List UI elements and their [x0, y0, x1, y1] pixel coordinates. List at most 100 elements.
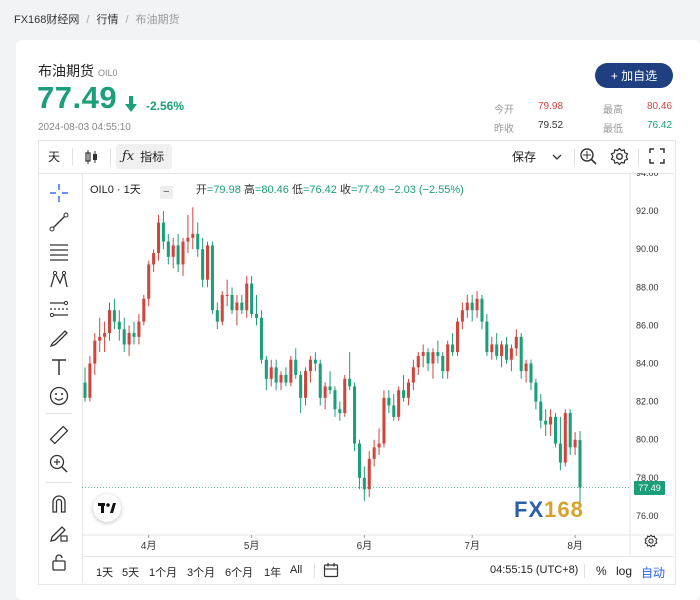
legend-change: −2.03 (−2.55%) — [388, 184, 464, 196]
zoom-search-icon[interactable] — [579, 147, 598, 166]
candle — [563, 409, 567, 467]
crosshair-icon[interactable] — [48, 182, 70, 204]
gear-icon[interactable] — [610, 147, 629, 166]
candle-body — [387, 397, 391, 406]
candle-body — [357, 443, 361, 478]
zoom-in-icon[interactable] — [48, 453, 70, 475]
last-price: 77.49 — [37, 80, 118, 115]
collapse-icon[interactable]: − — [159, 186, 173, 199]
candle — [529, 359, 533, 391]
change-percent: -2.56% — [146, 99, 185, 113]
price-tick-label: 80.00 — [636, 435, 659, 445]
chevron-down-icon[interactable] — [552, 153, 562, 161]
ruler-icon[interactable] — [48, 424, 70, 446]
axis-settings-icon[interactable] — [644, 534, 658, 548]
candle-body — [176, 245, 180, 265]
candle-body — [201, 249, 205, 280]
horizontal-lines-icon[interactable] — [48, 240, 70, 262]
candle — [553, 413, 558, 448]
breadcrumb-home[interactable]: FX168财经网 — [14, 14, 79, 26]
magnet-icon[interactable] — [48, 493, 70, 515]
candle-body — [441, 355, 445, 372]
lock-icon[interactable] — [48, 551, 70, 573]
candle-body — [338, 409, 342, 414]
calendar-icon[interactable] — [323, 562, 339, 578]
range-all[interactable]: All — [290, 564, 302, 576]
candle — [411, 359, 415, 391]
candle-body — [460, 310, 464, 322]
function-icon: ƒx — [122, 149, 135, 164]
candle — [132, 321, 136, 345]
candle-body — [524, 363, 528, 372]
tradingview-logo[interactable] — [93, 494, 121, 522]
candle — [451, 333, 455, 356]
candle — [460, 302, 464, 330]
fullscreen-icon[interactable] — [649, 148, 665, 164]
candle — [509, 344, 513, 372]
candle-body — [480, 298, 484, 322]
candle-body — [313, 359, 317, 364]
legend-open-label: 开 — [195, 184, 207, 196]
candle — [117, 310, 121, 341]
chart-toolbar: 天 ƒx 指标 保存 — [38, 140, 674, 174]
candle — [137, 313, 141, 345]
candle-body — [411, 367, 415, 383]
candle-body — [88, 363, 92, 398]
breadcrumb-section[interactable]: 行情 — [96, 14, 118, 26]
save-button[interactable]: 保存 — [512, 140, 536, 173]
auto-toggle[interactable]: 自动 — [641, 564, 665, 581]
price-tick-label: 94.00 — [636, 173, 659, 178]
range-3m[interactable]: 3个月 — [187, 564, 215, 580]
price-tick-label: 88.00 — [636, 282, 659, 292]
price-tick-label: 86.00 — [636, 320, 659, 330]
pattern-icon[interactable] — [48, 269, 70, 291]
candle-body — [416, 355, 420, 368]
add-watchlist-button[interactable]: + 加自选 — [595, 63, 673, 88]
candle — [230, 287, 234, 314]
candle — [524, 359, 528, 383]
percent-toggle[interactable]: % — [596, 564, 607, 578]
utc-clock[interactable]: 04:55:15 (UTC+8) — [490, 564, 578, 576]
candle — [406, 378, 410, 406]
candle-body — [147, 264, 151, 299]
text-tool-icon[interactable] — [48, 356, 70, 378]
candle — [539, 394, 543, 429]
legend-high-label: 高 — [243, 184, 255, 196]
log-toggle[interactable]: log — [616, 564, 632, 578]
candle-body — [495, 344, 499, 356]
candle-body — [156, 222, 161, 254]
emoji-icon[interactable] — [48, 385, 70, 407]
range-1m[interactable]: 1个月 — [149, 564, 177, 580]
range-1d[interactable]: 1天 — [96, 564, 113, 580]
candle-body — [323, 386, 327, 398]
range-5d[interactable]: 5天 — [122, 564, 139, 580]
candle-body — [171, 245, 175, 257]
interval-button[interactable]: 天 — [48, 140, 60, 173]
range-1y[interactable]: 1年 — [264, 564, 281, 580]
trend-line-icon[interactable] — [48, 211, 70, 233]
pencil-lock-icon[interactable] — [48, 522, 70, 544]
candle — [107, 302, 112, 341]
toolbar-divider — [574, 148, 575, 166]
candle — [284, 367, 288, 387]
candle — [514, 329, 518, 356]
candle — [495, 333, 499, 360]
candle-body — [573, 439, 577, 448]
brush-icon[interactable] — [48, 327, 70, 349]
open-label: 今开 — [494, 105, 514, 116]
range-6m[interactable]: 6个月 — [225, 564, 253, 580]
candle — [343, 374, 347, 417]
candle — [269, 359, 273, 387]
candle — [362, 466, 366, 501]
price-tick-label: 92.00 — [636, 206, 659, 216]
price-tick-label: 90.00 — [636, 244, 659, 254]
candle-style-icon[interactable] — [84, 149, 100, 165]
candle-body — [220, 294, 224, 322]
candle — [245, 275, 249, 318]
indicators-button[interactable]: ƒx 指标 — [116, 144, 173, 169]
candle — [127, 325, 131, 356]
price-chart[interactable]: 76.0078.0080.0082.0084.0086.0088.0090.00… — [82, 173, 674, 556]
candle-body — [117, 321, 121, 330]
fib-retracement-icon[interactable] — [48, 298, 70, 320]
prev-close-value: 79.52 — [538, 120, 564, 131]
